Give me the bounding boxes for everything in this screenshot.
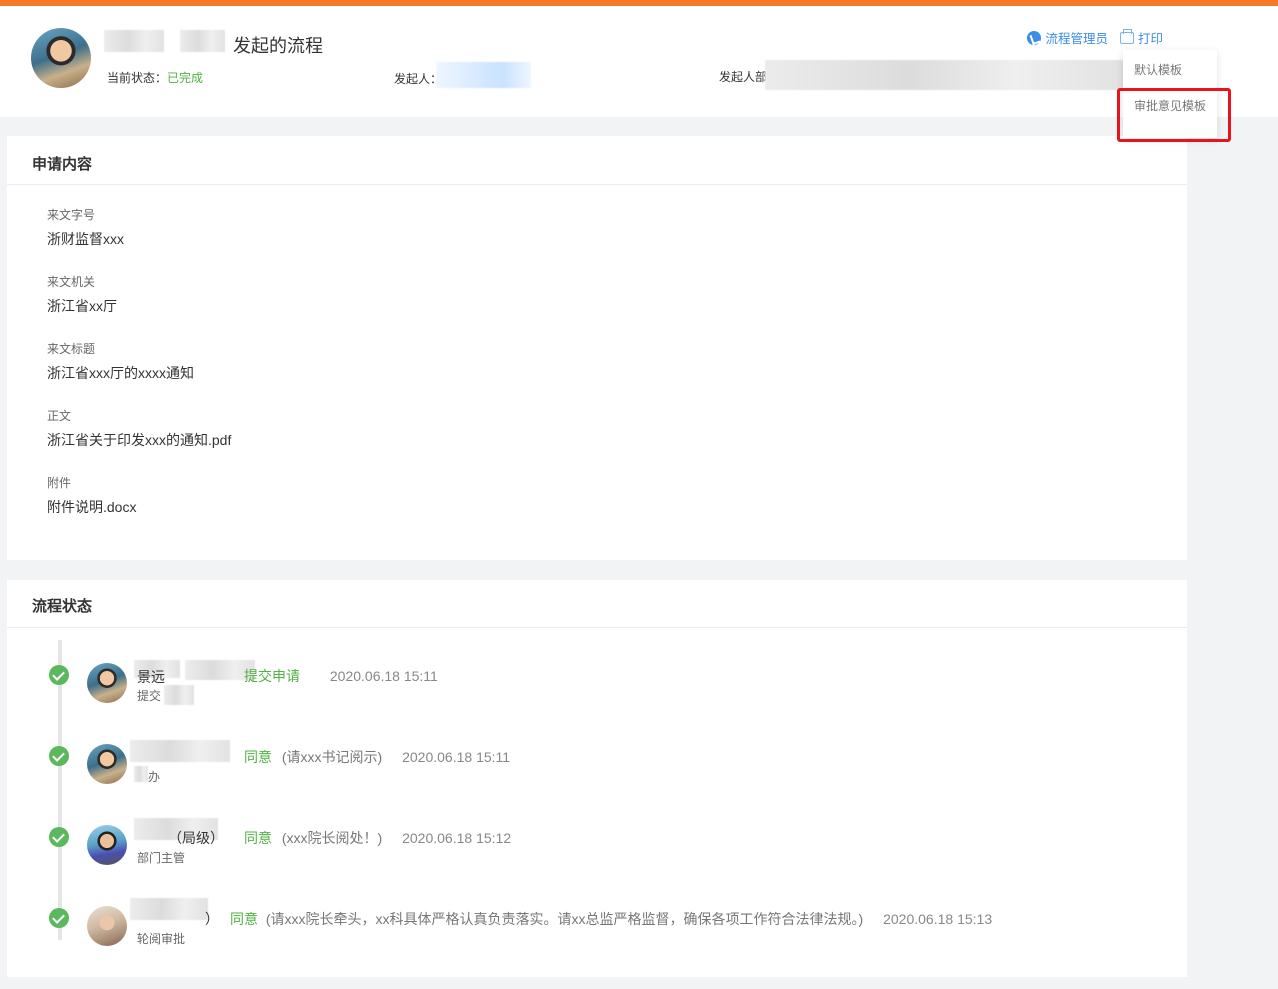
field-label-issuing-agency: 来文机关 bbox=[47, 275, 96, 289]
highlight-box bbox=[1117, 88, 1231, 142]
step-action: 提交申请 bbox=[244, 668, 300, 684]
initiator-field: 发起人： bbox=[394, 70, 442, 87]
print-label: 打印 bbox=[1137, 32, 1163, 46]
initiator-dept-label: 发起人部 bbox=[719, 70, 768, 84]
step-action: 同意 bbox=[244, 749, 272, 765]
step-complete-icon bbox=[49, 746, 69, 766]
redacted-role bbox=[134, 766, 148, 782]
initiator-label: 发起人： bbox=[394, 72, 443, 86]
step-complete-icon bbox=[49, 827, 69, 847]
field-label-attachment: 附件 bbox=[47, 476, 72, 490]
redacted-initiator-name-2 bbox=[180, 30, 225, 52]
initiator-dept-field: 发起人部 bbox=[719, 68, 767, 85]
field-value-issuing-agency: 浙江省xx厅 bbox=[47, 298, 117, 314]
header-actions: 流程管理员 打印 bbox=[1027, 28, 1163, 47]
step-name-fragment: ） bbox=[205, 911, 219, 927]
step-complete-icon bbox=[49, 908, 69, 928]
step-complete-icon bbox=[49, 665, 69, 685]
field-label-doc-title: 来文标题 bbox=[47, 342, 96, 356]
field-value-attachment[interactable]: 附件说明.docx bbox=[47, 497, 136, 517]
step-1-action: 提交申请 2020.06.18 15:11 bbox=[244, 666, 438, 686]
step-comment: (请xxx院长牵头，xx科具体严格认真负责落实。请xx总监严格监督，确保各项工作… bbox=[265, 911, 864, 927]
step-time: 2020.06.18 15:11 bbox=[402, 749, 511, 765]
page-title: 发起的流程 bbox=[233, 36, 323, 56]
redacted-role bbox=[164, 685, 194, 705]
step-time: 2020.06.18 15:12 bbox=[402, 830, 512, 846]
step-3-action: 同意 (xxx院长阅处！) 2020.06.18 15:12 bbox=[244, 828, 511, 848]
printer-icon bbox=[1119, 28, 1134, 44]
status-value: 已完成 bbox=[167, 71, 204, 85]
section-title-process: 流程状态 bbox=[32, 598, 93, 615]
step-action: 同意 bbox=[230, 911, 258, 927]
step-name-fragment: （局级） bbox=[168, 830, 224, 846]
field-value-doc-title: 浙江省xxx厅的xxxx通知 bbox=[47, 365, 194, 381]
step-avatar bbox=[87, 744, 127, 784]
menu-item-default-template[interactable]: 默认模板 bbox=[1134, 61, 1182, 78]
step-avatar bbox=[87, 663, 127, 703]
redacted-initiator-name bbox=[104, 30, 164, 52]
process-admin-link[interactable]: 流程管理员 bbox=[1027, 28, 1108, 47]
timeline-line bbox=[58, 640, 62, 940]
process-admin-label: 流程管理员 bbox=[1045, 32, 1108, 46]
process-header: 发起的流程 当前状态：已完成 发起人： 发起人部 流程管理员 打印 bbox=[0, 6, 1278, 117]
step-action: 同意 bbox=[244, 830, 272, 846]
status-label: 当前状态： bbox=[107, 71, 168, 85]
step-role: 办 bbox=[148, 770, 161, 784]
step-time: 2020.06.18 15:13 bbox=[883, 911, 993, 927]
redacted-name bbox=[130, 898, 208, 920]
step-comment: (请xxx书记阅示) bbox=[281, 749, 383, 765]
step-role: 部门主管 bbox=[137, 851, 186, 865]
step-2-action: 同意 (请xxx书记阅示) 2020.06.18 15:11 bbox=[244, 747, 510, 767]
redacted-name bbox=[130, 740, 230, 762]
redacted-initiator bbox=[436, 62, 531, 88]
initiator-avatar bbox=[31, 28, 91, 88]
step-avatar bbox=[87, 825, 127, 865]
print-link[interactable]: 打印 bbox=[1119, 28, 1163, 47]
section-title-application: 申请内容 bbox=[32, 156, 93, 173]
section-divider bbox=[7, 184, 1187, 185]
step-avatar bbox=[87, 906, 127, 946]
step-role: 轮阅审批 bbox=[137, 932, 186, 946]
step-role: 提交 bbox=[137, 689, 162, 703]
step-comment: (xxx院长阅处！) bbox=[281, 830, 383, 846]
current-status: 当前状态：已完成 bbox=[107, 69, 203, 86]
step-name-fragment: 景远 bbox=[137, 669, 165, 685]
field-value-body[interactable]: 浙江省关于印发xxx的通知.pdf bbox=[47, 430, 231, 450]
field-value-doc-number: 浙财监督xxx bbox=[47, 231, 124, 247]
admin-icon bbox=[1027, 30, 1042, 45]
step-4-action: 同意 (请xxx院长牵头，xx科具体严格认真负责落实。请xx总监严格监督，确保各… bbox=[230, 909, 992, 929]
field-label-body: 正文 bbox=[47, 409, 72, 423]
redacted-dept bbox=[765, 60, 1125, 90]
field-label-doc-number: 来文字号 bbox=[47, 208, 96, 222]
application-content-card: 申请内容 来文字号 浙财监督xxx 来文机关 浙江省xx厅 来文标题 浙江省xx… bbox=[7, 136, 1187, 560]
section-divider bbox=[7, 627, 1187, 628]
step-time: 2020.06.18 15:11 bbox=[329, 668, 438, 684]
